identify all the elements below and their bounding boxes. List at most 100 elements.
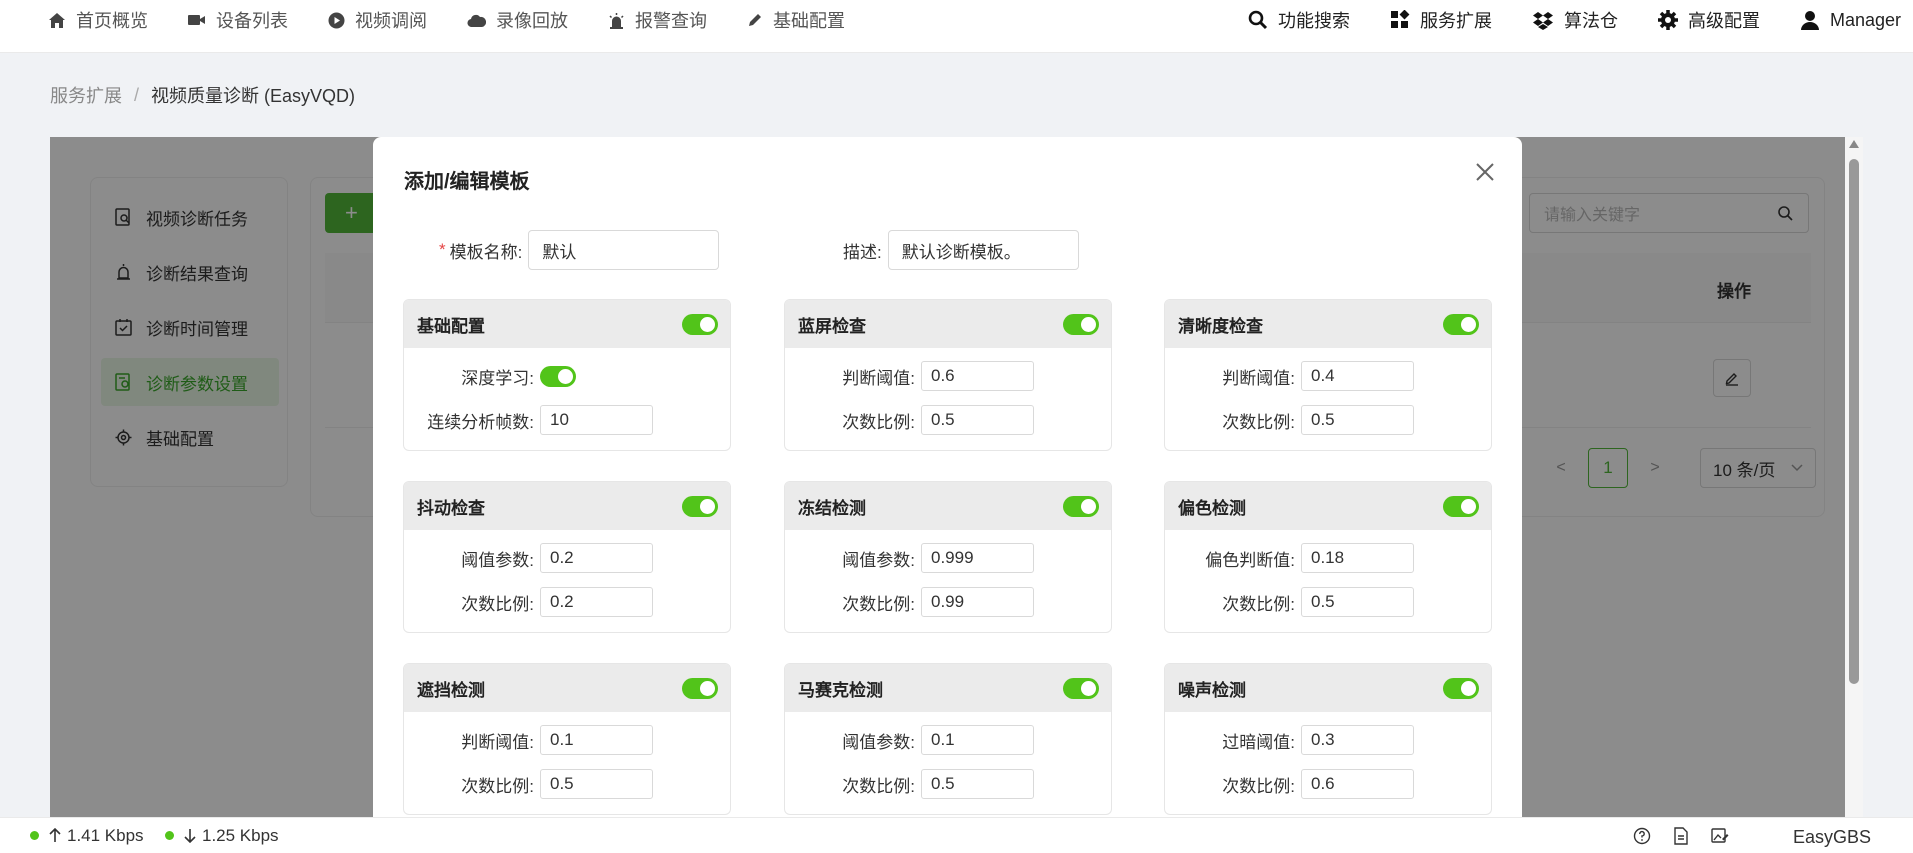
panel-enable-toggle[interactable]	[1063, 313, 1099, 335]
panel-row: 深度学习:	[404, 360, 576, 392]
panel-header: 基础配置	[404, 300, 730, 348]
ratio-input[interactable]: 0.2	[540, 587, 653, 617]
panel-row: 次数比例: 0.5	[785, 404, 1034, 436]
threshold-input[interactable]: 0.2	[540, 543, 653, 573]
user-icon	[1800, 10, 1819, 30]
field-label: 阈值参数:	[842, 550, 915, 570]
ratio-input[interactable]: 0.5	[1301, 405, 1414, 435]
deep-learning-toggle[interactable]	[540, 365, 576, 387]
breadcrumb: 服务扩展 / 视频质量诊断 (EasyVQD)	[50, 82, 355, 108]
panel-enable-toggle[interactable]	[1063, 495, 1099, 517]
panel-title: 噪声检测	[1178, 680, 1246, 700]
field-label: 阈值参数:	[842, 732, 915, 752]
threshold-input[interactable]: 0.1	[540, 725, 653, 755]
field-label: 深度学习:	[461, 368, 534, 388]
threshold-input[interactable]: 0.999	[921, 543, 1034, 573]
field-label: 判断阈值:	[461, 732, 534, 752]
threshold-input[interactable]: 0.6	[921, 361, 1034, 391]
panel-enable-toggle[interactable]	[1443, 495, 1479, 517]
panel-row: 过暗阈值: 0.3	[1165, 724, 1414, 756]
help-icon[interactable]	[1633, 827, 1651, 850]
panel-row: 次数比例: 0.5	[1165, 586, 1414, 618]
panel-header: 抖动检查	[404, 482, 730, 530]
nav-alarm[interactable]: 报警查询	[608, 7, 707, 33]
camera-icon	[188, 15, 205, 25]
panel-header: 偏色检测	[1165, 482, 1491, 530]
panel-enable-toggle[interactable]	[682, 495, 718, 517]
panel-row: 判断阈值: 0.4	[1165, 360, 1414, 392]
description-input[interactable]: 默认诊断模板。	[887, 230, 1079, 270]
template-modal: 添加/编辑模板 * 模板名称: 默认 描述: 默认诊断模板。 基础配置 深度学习…	[373, 137, 1522, 817]
brand-label: EasyGBS	[1793, 827, 1872, 847]
panel-enable-toggle[interactable]	[1443, 313, 1479, 335]
nav-video[interactable]: 视频调阅	[328, 7, 427, 33]
close-icon[interactable]	[1474, 161, 1496, 183]
ratio-input[interactable]: 0.5	[921, 405, 1034, 435]
field-label: 次数比例:	[842, 594, 915, 614]
template-name-input[interactable]: 默认	[528, 230, 720, 270]
panel-enable-toggle[interactable]	[682, 677, 718, 699]
ratio-input[interactable]: 0.99	[921, 587, 1034, 617]
description-label: 描述:	[843, 242, 882, 262]
nav-search[interactable]: 功能搜索	[1248, 7, 1350, 33]
panel-title: 偏色检测	[1178, 498, 1246, 518]
gear-icon	[1657, 10, 1678, 30]
field-label: 次数比例:	[1222, 412, 1295, 432]
panel-title: 基础配置	[417, 316, 485, 336]
document-icon[interactable]	[1673, 827, 1689, 850]
panel-noise: 噪声检测 过暗阈值: 0.3 次数比例: 0.6	[1164, 663, 1492, 815]
panel-enable-toggle[interactable]	[1063, 677, 1099, 699]
threshold-input[interactable]: 0.18	[1301, 543, 1414, 573]
ratio-input[interactable]: 0.5	[540, 769, 653, 799]
panel-freeze: 冻结检测 阈值参数: 0.999 次数比例: 0.99	[784, 481, 1112, 633]
threshold-input[interactable]: 0.1	[921, 725, 1034, 755]
scrollbar[interactable]	[1845, 137, 1863, 817]
panel-row: 次数比例: 0.2	[404, 586, 653, 618]
nav-home[interactable]: 首页概览	[48, 7, 148, 33]
field-label: 次数比例:	[1222, 776, 1295, 796]
nav-extensions-label: 服务扩展	[1419, 11, 1492, 31]
panel-header: 蓝屏检查	[785, 300, 1111, 348]
nav-devices[interactable]: 设备列表	[188, 7, 288, 33]
nav-extensions[interactable]: 服务扩展	[1390, 7, 1492, 33]
frames-input[interactable]: 10	[540, 405, 653, 435]
threshold-input[interactable]: 0.3	[1301, 725, 1414, 755]
pen-icon	[749, 14, 761, 26]
nav-algorithm[interactable]: 算法仓	[1532, 7, 1618, 33]
field-label: 次数比例:	[1222, 594, 1295, 614]
status-icons	[1633, 827, 1751, 850]
required-mark: *	[439, 240, 446, 259]
ratio-input[interactable]: 0.5	[1301, 587, 1414, 617]
threshold-input[interactable]: 0.4	[1301, 361, 1414, 391]
nav-devices-label: 设备列表	[216, 11, 288, 31]
ratio-input[interactable]: 0.6	[1301, 769, 1414, 799]
nav-config-label: 基础配置	[773, 11, 845, 31]
scroll-thumb[interactable]	[1849, 159, 1859, 684]
nav-user[interactable]: Manager	[1800, 10, 1901, 31]
panel-occlusion: 遮挡检测 判断阈值: 0.1 次数比例: 0.5	[403, 663, 731, 815]
panel-color-cast: 偏色检测 偏色判断值: 0.18 次数比例: 0.5	[1164, 481, 1492, 633]
panel-enable-toggle[interactable]	[1443, 677, 1479, 699]
scroll-up-arrow-icon[interactable]	[1849, 140, 1859, 148]
panel-row: 阈值参数: 0.2	[404, 542, 653, 574]
panel-row: 偏色判断值: 0.18	[1165, 542, 1414, 574]
status-bar: 1.41 Kbps 1.25 Kbps EasyGBS	[0, 817, 1913, 853]
upload-rate: 1.41 Kbps	[30, 826, 144, 846]
template-name-row: * 模板名称: 默认	[439, 230, 720, 270]
ratio-input[interactable]: 0.5	[921, 769, 1034, 799]
download-rate: 1.25 Kbps	[165, 826, 279, 846]
breadcrumb-parent[interactable]: 服务扩展	[50, 82, 122, 108]
nav-playback-label: 录像回放	[496, 11, 568, 31]
arrow-up-icon	[49, 828, 61, 842]
nav-video-label: 视频调阅	[355, 11, 427, 31]
nav-config[interactable]: 基础配置	[747, 7, 845, 33]
field-label: 次数比例:	[461, 776, 534, 796]
panel-row: 判断阈值: 0.1	[404, 724, 653, 756]
image-edit-icon[interactable]	[1711, 827, 1729, 850]
status-dot	[30, 831, 39, 840]
nav-playback[interactable]: 录像回放	[467, 7, 568, 33]
field-label: 次数比例:	[842, 412, 915, 432]
panel-title: 清晰度检查	[1178, 316, 1263, 336]
nav-advanced[interactable]: 高级配置	[1657, 7, 1760, 33]
panel-enable-toggle[interactable]	[682, 313, 718, 335]
